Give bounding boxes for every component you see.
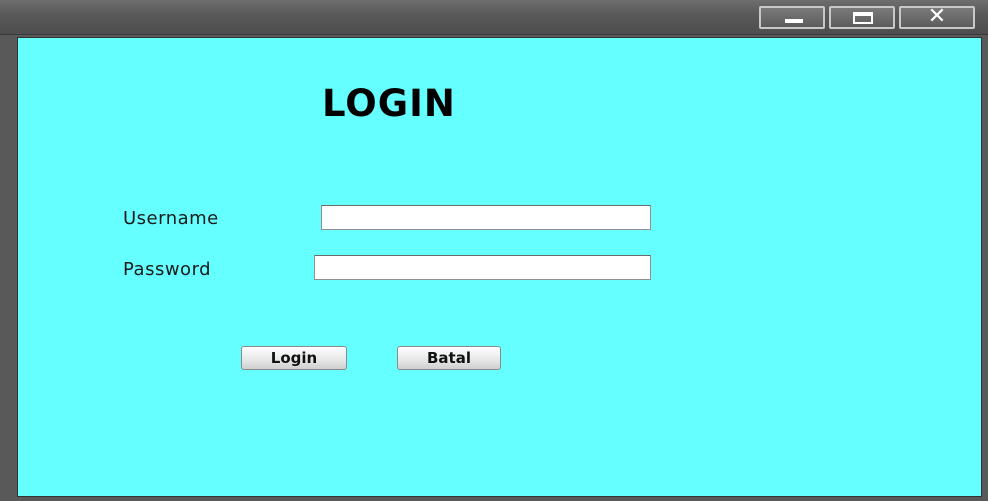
- login-window: ✕ LOGIN Username Password Login Batal: [0, 0, 988, 501]
- minimize-icon: [785, 19, 803, 23]
- maximize-button[interactable]: [829, 6, 895, 29]
- close-icon: ✕: [927, 4, 947, 29]
- title-bar[interactable]: ✕: [0, 0, 988, 35]
- close-button[interactable]: ✕: [899, 4, 975, 29]
- maximize-icon: [853, 12, 873, 24]
- login-button[interactable]: Login: [241, 346, 347, 370]
- login-panel: LOGIN Username Password Login Batal: [17, 37, 982, 497]
- password-field[interactable]: [314, 255, 651, 280]
- password-label: Password: [123, 259, 212, 280]
- username-field[interactable]: [321, 205, 651, 230]
- username-label: Username: [123, 208, 219, 229]
- cancel-button[interactable]: Batal: [397, 346, 501, 370]
- page-title: LOGIN: [322, 82, 456, 125]
- minimize-button[interactable]: [759, 6, 825, 29]
